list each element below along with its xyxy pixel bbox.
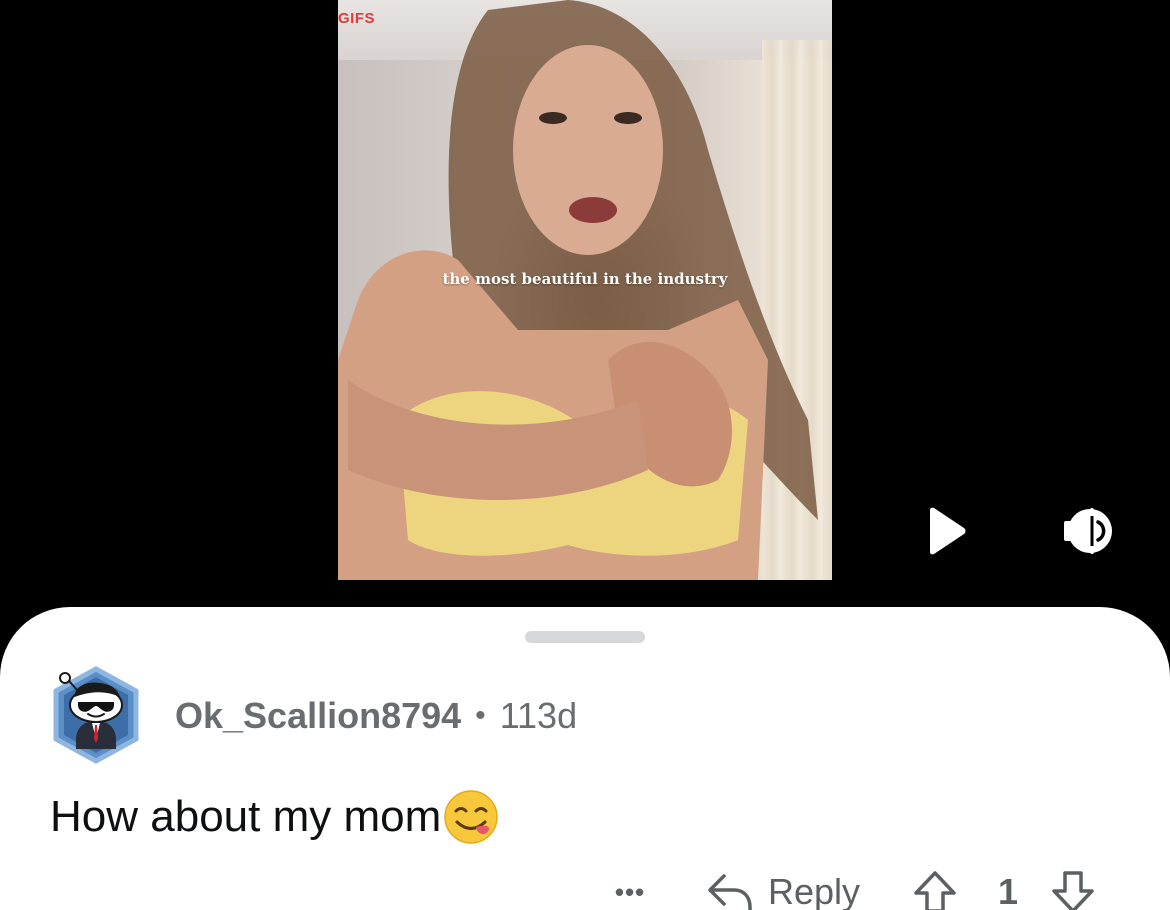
comment-actions: ••• Reply 1 [600,867,1096,910]
video-player[interactable]: GIFS the most beautiful in the industry [0,0,1170,610]
comment-meta: Ok_Scallion8794 • 113d [175,695,577,737]
video-source-label: GIFS [338,10,376,27]
snoo-avatar-icon [53,666,139,764]
reply-button[interactable]: Reply [706,870,860,910]
comment-body: How about my mom [50,789,499,845]
screen: GIFS the most beautiful in the industry [0,0,1170,910]
vote-score: 1 [998,871,1019,910]
more-options-button[interactable]: ••• [600,872,660,910]
meta-separator: • [475,699,486,732]
more-options-icon: ••• [614,876,646,907]
avatar[interactable] [50,665,142,765]
upvote-arrow-icon[interactable] [912,869,958,910]
play-icon [930,507,966,555]
yum-face-emoji-icon [444,790,498,844]
play-button[interactable] [920,505,972,557]
comment-sheet: Ok_Scallion8794 • 113d How about my mom … [0,607,1170,910]
downvote-arrow-icon[interactable] [1050,869,1096,910]
comment-age: 113d [499,695,578,736]
reply-label: Reply [768,871,861,910]
comment-text: How about my mom [50,792,442,841]
comment-username[interactable]: Ok_Scallion8794 [175,695,461,737]
video-frame[interactable]: GIFS the most beautiful in the industry [338,0,832,580]
volume-icon [1064,508,1112,554]
reply-arrow-icon [708,874,752,910]
volume-button[interactable] [1062,505,1118,557]
video-content-figure [338,0,818,580]
sheet-grabber-handle[interactable] [525,631,645,643]
video-caption: the most beautiful in the industry [442,270,728,288]
